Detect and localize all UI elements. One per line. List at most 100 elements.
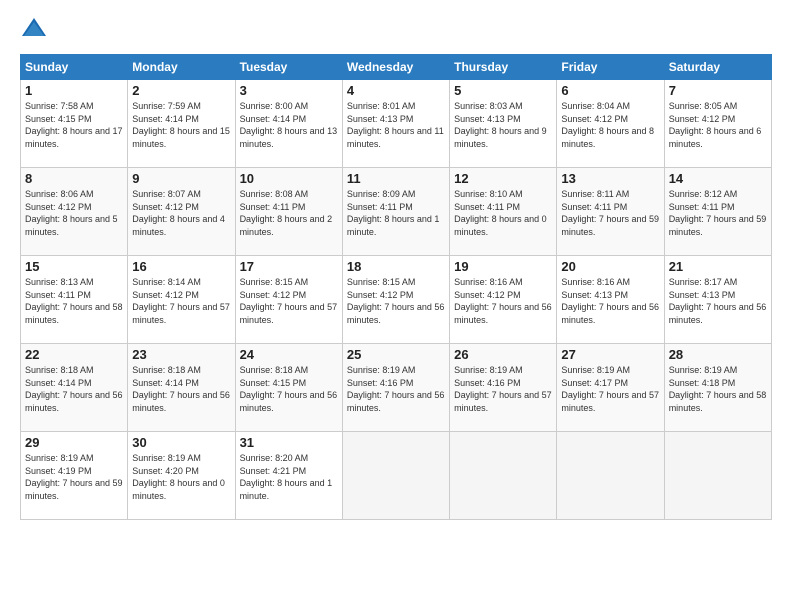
calendar-cell bbox=[557, 432, 664, 520]
day-number: 27 bbox=[561, 347, 659, 362]
day-number: 10 bbox=[240, 171, 338, 186]
cell-text: Sunrise: 8:06 AMSunset: 4:12 PMDaylight:… bbox=[25, 188, 123, 238]
calendar-cell: 25Sunrise: 8:19 AMSunset: 4:16 PMDayligh… bbox=[342, 344, 449, 432]
day-number: 11 bbox=[347, 171, 445, 186]
calendar-cell: 31 Sunrise: 8:20 AMSunset: 4:21 PMDayligh… bbox=[235, 432, 342, 520]
day-number: 18 bbox=[347, 259, 445, 274]
day-number: 30 bbox=[132, 435, 230, 450]
calendar-cell bbox=[664, 432, 771, 520]
day-number: 17 bbox=[240, 259, 338, 274]
day-number: 6 bbox=[561, 83, 659, 98]
calendar-cell: 28Sunrise: 8:19 AMSunset: 4:18 PMDayligh… bbox=[664, 344, 771, 432]
day-number: 24 bbox=[240, 347, 338, 362]
calendar-cell: 8 Sunrise: 8:06 AMSunset: 4:12 PMDaylight… bbox=[21, 168, 128, 256]
cell-text: Sunrise: 8:03 AMSunset: 4:13 PMDaylight:… bbox=[454, 100, 552, 150]
calendar-cell: 11 Sunrise: 8:09 AMSunset: 4:11 PMDayligh… bbox=[342, 168, 449, 256]
calendar-header-saturday: Saturday bbox=[664, 55, 771, 80]
cell-text: Sunrise: 8:10 AMSunset: 4:11 PMDaylight:… bbox=[454, 188, 552, 238]
calendar-cell: 22 Sunrise: 8:18 AMSunset: 4:14 PMDayligh… bbox=[21, 344, 128, 432]
logo bbox=[20, 16, 52, 44]
calendar-header-tuesday: Tuesday bbox=[235, 55, 342, 80]
day-number: 3 bbox=[240, 83, 338, 98]
cell-text: Sunrise: 8:14 AMSunset: 4:12 PMDaylight:… bbox=[132, 276, 230, 326]
calendar-header-thursday: Thursday bbox=[450, 55, 557, 80]
calendar-cell: 3 Sunrise: 8:00 AMSunset: 4:14 PMDaylight… bbox=[235, 80, 342, 168]
day-number: 23 bbox=[132, 347, 230, 362]
day-number: 7 bbox=[669, 83, 767, 98]
calendar-cell: 13Sunrise: 8:11 AMSunset: 4:11 PMDayligh… bbox=[557, 168, 664, 256]
cell-text: Sunrise: 8:13 AMSunset: 4:11 PMDaylight:… bbox=[25, 276, 123, 326]
day-number: 21 bbox=[669, 259, 767, 274]
calendar-cell: 23 Sunrise: 8:18 AMSunset: 4:14 PMDayligh… bbox=[128, 344, 235, 432]
day-number: 26 bbox=[454, 347, 552, 362]
calendar-cell: 21 Sunrise: 8:17 AMSunset: 4:13 PMDayligh… bbox=[664, 256, 771, 344]
calendar-cell: 2 Sunrise: 7:59 AMSunset: 4:14 PMDaylight… bbox=[128, 80, 235, 168]
cell-text: Sunrise: 8:05 AMSunset: 4:12 PMDaylight:… bbox=[669, 100, 767, 150]
calendar-cell: 30 Sunrise: 8:19 AMSunset: 4:20 PMDayligh… bbox=[128, 432, 235, 520]
day-number: 9 bbox=[132, 171, 230, 186]
day-number: 15 bbox=[25, 259, 123, 274]
day-number: 2 bbox=[132, 83, 230, 98]
calendar-week-row: 29 Sunrise: 8:19 AMSunset: 4:19 PMDayligh… bbox=[21, 432, 772, 520]
logo-icon bbox=[20, 16, 48, 44]
cell-text: Sunrise: 8:19 AMSunset: 4:18 PMDaylight:… bbox=[669, 364, 767, 414]
day-number: 13 bbox=[561, 171, 659, 186]
cell-text: Sunrise: 8:19 AMSunset: 4:16 PMDaylight:… bbox=[454, 364, 552, 414]
cell-text: Sunrise: 8:12 AMSunset: 4:11 PMDaylight:… bbox=[669, 188, 767, 238]
day-number: 25 bbox=[347, 347, 445, 362]
calendar-cell: 18 Sunrise: 8:15 AMSunset: 4:12 PMDayligh… bbox=[342, 256, 449, 344]
calendar-cell: 20Sunrise: 8:16 AMSunset: 4:13 PMDayligh… bbox=[557, 256, 664, 344]
day-number: 1 bbox=[25, 83, 123, 98]
calendar-cell: 27 Sunrise: 8:19 AMSunset: 4:17 PMDayligh… bbox=[557, 344, 664, 432]
day-number: 22 bbox=[25, 347, 123, 362]
calendar-cell: 10Sunrise: 8:08 AMSunset: 4:11 PMDayligh… bbox=[235, 168, 342, 256]
cell-text: Sunrise: 8:01 AMSunset: 4:13 PMDaylight:… bbox=[347, 100, 445, 150]
calendar-cell: 12 Sunrise: 8:10 AMSunset: 4:11 PMDayligh… bbox=[450, 168, 557, 256]
calendar-cell bbox=[342, 432, 449, 520]
cell-text: Sunrise: 8:18 AMSunset: 4:14 PMDaylight:… bbox=[132, 364, 230, 414]
day-number: 31 bbox=[240, 435, 338, 450]
cell-text: Sunrise: 8:17 AMSunset: 4:13 PMDaylight:… bbox=[669, 276, 767, 326]
cell-text: Sunrise: 8:18 AMSunset: 4:14 PMDaylight:… bbox=[25, 364, 123, 414]
calendar: SundayMondayTuesdayWednesdayThursdayFrid… bbox=[20, 54, 772, 520]
day-number: 29 bbox=[25, 435, 123, 450]
calendar-cell: 6 Sunrise: 8:04 AMSunset: 4:12 PMDaylight… bbox=[557, 80, 664, 168]
day-number: 5 bbox=[454, 83, 552, 98]
calendar-cell bbox=[450, 432, 557, 520]
cell-text: Sunrise: 8:15 AMSunset: 4:12 PMDaylight:… bbox=[347, 276, 445, 326]
calendar-cell: 14 Sunrise: 8:12 AMSunset: 4:11 PMDayligh… bbox=[664, 168, 771, 256]
cell-text: Sunrise: 7:59 AMSunset: 4:14 PMDaylight:… bbox=[132, 100, 230, 150]
calendar-cell: 1 Sunrise: 7:58 AMSunset: 4:15 PMDaylight… bbox=[21, 80, 128, 168]
calendar-cell: 15 Sunrise: 8:13 AMSunset: 4:11 PMDayligh… bbox=[21, 256, 128, 344]
cell-text: Sunrise: 8:07 AMSunset: 4:12 PMDaylight:… bbox=[132, 188, 230, 238]
calendar-cell: 4 Sunrise: 8:01 AMSunset: 4:13 PMDaylight… bbox=[342, 80, 449, 168]
calendar-header-row: SundayMondayTuesdayWednesdayThursdayFrid… bbox=[21, 55, 772, 80]
calendar-cell: 24Sunrise: 8:18 AMSunset: 4:15 PMDayligh… bbox=[235, 344, 342, 432]
cell-text: Sunrise: 8:19 AMSunset: 4:20 PMDaylight:… bbox=[132, 452, 230, 502]
day-number: 19 bbox=[454, 259, 552, 274]
calendar-cell: 29 Sunrise: 8:19 AMSunset: 4:19 PMDayligh… bbox=[21, 432, 128, 520]
cell-text: Sunrise: 8:16 AMSunset: 4:12 PMDaylight:… bbox=[454, 276, 552, 326]
day-number: 4 bbox=[347, 83, 445, 98]
page: SundayMondayTuesdayWednesdayThursdayFrid… bbox=[0, 0, 792, 612]
cell-text: Sunrise: 8:04 AMSunset: 4:12 PMDaylight:… bbox=[561, 100, 659, 150]
calendar-header-friday: Friday bbox=[557, 55, 664, 80]
cell-text: Sunrise: 8:19 AMSunset: 4:19 PMDaylight:… bbox=[25, 452, 123, 502]
calendar-header-sunday: Sunday bbox=[21, 55, 128, 80]
day-number: 14 bbox=[669, 171, 767, 186]
calendar-header-wednesday: Wednesday bbox=[342, 55, 449, 80]
day-number: 8 bbox=[25, 171, 123, 186]
cell-text: Sunrise: 8:20 AMSunset: 4:21 PMDaylight:… bbox=[240, 452, 338, 502]
calendar-cell: 26 Sunrise: 8:19 AMSunset: 4:16 PMDayligh… bbox=[450, 344, 557, 432]
calendar-week-row: 15 Sunrise: 8:13 AMSunset: 4:11 PMDayligh… bbox=[21, 256, 772, 344]
cell-text: Sunrise: 8:00 AMSunset: 4:14 PMDaylight:… bbox=[240, 100, 338, 150]
cell-text: Sunrise: 8:09 AMSunset: 4:11 PMDaylight:… bbox=[347, 188, 445, 238]
calendar-cell: 7 Sunrise: 8:05 AMSunset: 4:12 PMDaylight… bbox=[664, 80, 771, 168]
day-number: 12 bbox=[454, 171, 552, 186]
cell-text: Sunrise: 8:19 AMSunset: 4:17 PMDaylight:… bbox=[561, 364, 659, 414]
cell-text: Sunrise: 7:58 AMSunset: 4:15 PMDaylight:… bbox=[25, 100, 123, 150]
calendar-cell: 9 Sunrise: 8:07 AMSunset: 4:12 PMDaylight… bbox=[128, 168, 235, 256]
day-number: 20 bbox=[561, 259, 659, 274]
calendar-cell: 17Sunrise: 8:15 AMSunset: 4:12 PMDayligh… bbox=[235, 256, 342, 344]
calendar-cell: 16Sunrise: 8:14 AMSunset: 4:12 PMDayligh… bbox=[128, 256, 235, 344]
